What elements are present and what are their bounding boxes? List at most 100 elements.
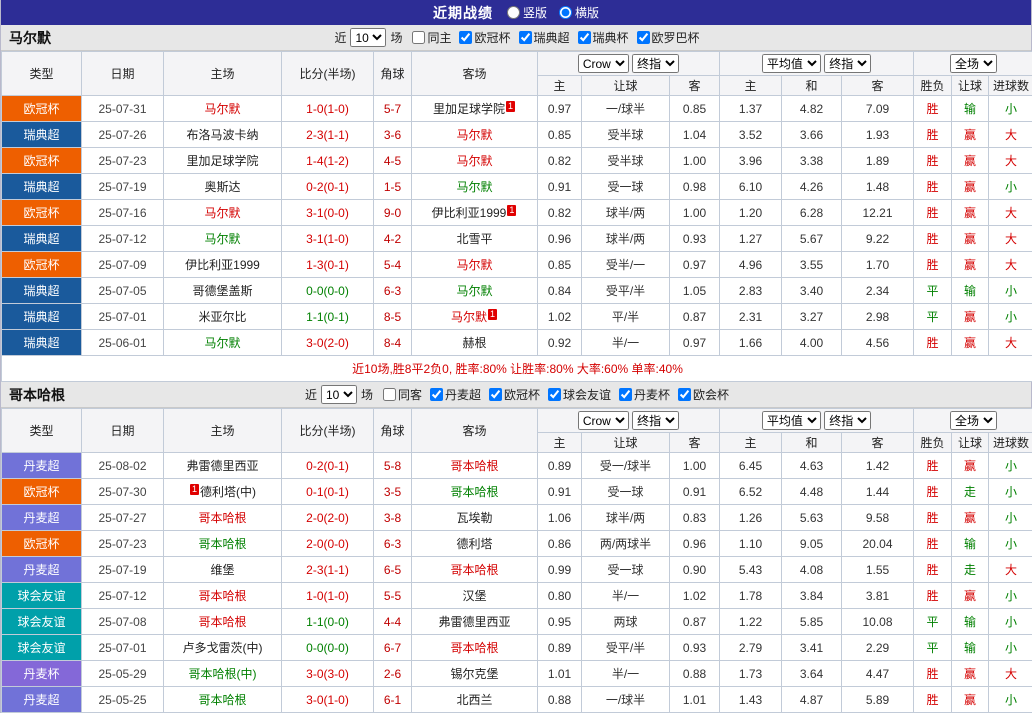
away-team-link[interactable]: 哥本哈根	[450, 641, 498, 655]
corners: 5-5	[374, 583, 412, 609]
league-badge[interactable]: 瑞典超	[2, 174, 82, 200]
horizontal-layout-radio[interactable]	[559, 6, 572, 19]
scope-select[interactable]: 全场	[950, 411, 997, 430]
away-team-link[interactable]: 里加足球学院	[433, 102, 505, 116]
league-badge[interactable]: 欧冠杯	[2, 531, 82, 557]
league-badge[interactable]: 丹麦杯	[2, 661, 82, 687]
same-venue-checkbox[interactable]	[412, 31, 425, 44]
away-team-link[interactable]: 马尔默	[456, 284, 492, 298]
away-team-link[interactable]: 哥本哈根	[450, 459, 498, 473]
league-checkbox[interactable]	[578, 31, 591, 44]
home-team-link[interactable]: 卢多戈雷茨(中)	[183, 641, 263, 655]
away-team-link[interactable]: 锡尔克堡	[450, 667, 498, 681]
league-checkbox[interactable]	[459, 31, 472, 44]
league-badge[interactable]: 瑞典超	[2, 304, 82, 330]
away-team-link[interactable]: 北雪平	[456, 232, 492, 246]
away-team-link[interactable]: 马尔默	[451, 310, 487, 324]
league-badge[interactable]: 球会友谊	[2, 635, 82, 661]
away-team-link[interactable]: 瓦埃勒	[456, 511, 492, 525]
league-checkbox[interactable]	[678, 388, 691, 401]
home-team-link[interactable]: 哥德堡盖斯	[192, 284, 252, 298]
league-badge[interactable]: 瑞典超	[2, 226, 82, 252]
same-venue-filter[interactable]: 同客	[377, 386, 422, 403]
league-badge[interactable]: 欧冠杯	[2, 479, 82, 505]
league-filter[interactable]: 欧会杯	[672, 386, 729, 403]
league-badge[interactable]: 欧冠杯	[2, 148, 82, 174]
away-team-link[interactable]: 哥本哈根	[450, 485, 498, 499]
league-checkbox[interactable]	[489, 388, 502, 401]
recent-count-select[interactable]: 10	[321, 385, 357, 404]
home-team-link[interactable]: 伊比利亚1999	[185, 258, 260, 272]
league-badge[interactable]: 丹麦超	[2, 557, 82, 583]
euro-company-select[interactable]: 平均值	[762, 411, 821, 430]
home-team-link[interactable]: 弗雷德里西亚	[186, 459, 258, 473]
league-badge[interactable]: 丹麦超	[2, 687, 82, 713]
home-team-link[interactable]: 马尔默	[204, 206, 240, 220]
league-badge[interactable]: 丹麦超	[2, 505, 82, 531]
away-team-link[interactable]: 马尔默	[456, 258, 492, 272]
league-filter[interactable]: 欧罗巴杯	[631, 29, 700, 46]
home-team-link[interactable]: 哥本哈根	[198, 537, 246, 551]
vertical-layout-radio[interactable]	[507, 6, 520, 19]
league-badge[interactable]: 欧冠杯	[2, 96, 82, 122]
bookmaker-select[interactable]: Crow	[578, 54, 629, 73]
home-team-link[interactable]: 哥本哈根	[198, 693, 246, 707]
league-badge[interactable]: 瑞典超	[2, 122, 82, 148]
league-badge[interactable]: 欧冠杯	[2, 200, 82, 226]
recent-count-select[interactable]: 10	[350, 28, 386, 47]
home-team-link[interactable]: 马尔默	[204, 232, 240, 246]
layout-option-vertical[interactable]: 竖版	[507, 4, 547, 21]
euro-time-select[interactable]: 终指	[824, 54, 871, 73]
bookmaker-select[interactable]: Crow	[578, 411, 629, 430]
home-team-link[interactable]: 马尔默	[204, 102, 240, 116]
league-filter[interactable]: 球会友谊	[542, 386, 611, 403]
home-team-link[interactable]: 维堡	[210, 563, 234, 577]
away-team-link[interactable]: 伊比利亚1999	[432, 206, 507, 220]
away-team-link[interactable]: 哥本哈根	[450, 563, 498, 577]
league-filter[interactable]: 丹麦超	[424, 386, 481, 403]
home-team-link[interactable]: 米亚尔比	[198, 310, 246, 324]
away-team-link[interactable]: 马尔默	[456, 180, 492, 194]
league-filter[interactable]: 丹麦杯	[613, 386, 670, 403]
league-filter[interactable]: 瑞典超	[513, 29, 570, 46]
asia-time-select[interactable]: 终指	[632, 54, 679, 73]
league-badge[interactable]: 丹麦超	[2, 453, 82, 479]
same-venue-filter[interactable]: 同主	[406, 29, 451, 46]
league-filter[interactable]: 瑞典杯	[572, 29, 629, 46]
home-team-link[interactable]: 哥本哈根	[198, 511, 246, 525]
away-team-link[interactable]: 赫根	[462, 336, 486, 350]
league-badge[interactable]: 瑞典超	[2, 278, 82, 304]
league-checkbox[interactable]	[430, 388, 443, 401]
home-team-link[interactable]: 哥本哈根(中)	[189, 667, 257, 681]
league-checkbox[interactable]	[619, 388, 632, 401]
same-venue-checkbox[interactable]	[383, 388, 396, 401]
league-checkbox[interactable]	[548, 388, 561, 401]
home-team-link[interactable]: 哥本哈根	[198, 589, 246, 603]
league-badge[interactable]: 瑞典超	[2, 330, 82, 356]
league-checkbox[interactable]	[637, 31, 650, 44]
league-filter[interactable]: 欧冠杯	[483, 386, 540, 403]
league-filter[interactable]: 欧冠杯	[453, 29, 510, 46]
home-team-link[interactable]: 布洛马波卡纳	[186, 128, 258, 142]
league-badge[interactable]: 球会友谊	[2, 583, 82, 609]
euro-company-select[interactable]: 平均值	[762, 54, 821, 73]
scope-select[interactable]: 全场	[950, 54, 997, 73]
away-team-link[interactable]: 马尔默	[456, 128, 492, 142]
asia-time-select[interactable]: 终指	[632, 411, 679, 430]
league-badge[interactable]: 球会友谊	[2, 609, 82, 635]
away-team-link[interactable]: 北西兰	[456, 693, 492, 707]
layout-option-horizontal[interactable]: 横版	[559, 4, 599, 21]
away-team-link[interactable]: 德利塔	[456, 537, 492, 551]
league-checkbox[interactable]	[519, 31, 532, 44]
away-team-link[interactable]: 汉堡	[462, 589, 486, 603]
home-team-link[interactable]: 哥本哈根	[198, 615, 246, 629]
home-team-link[interactable]: 奥斯达	[204, 180, 240, 194]
euro-time-select[interactable]: 终指	[824, 411, 871, 430]
away-team-link[interactable]: 马尔默	[456, 154, 492, 168]
euro-draw-odds: 3.64	[782, 661, 842, 687]
home-team-link[interactable]: 马尔默	[204, 336, 240, 350]
away-team-link[interactable]: 弗雷德里西亚	[438, 615, 510, 629]
league-badge[interactable]: 欧冠杯	[2, 252, 82, 278]
home-team-link[interactable]: 德利塔(中)	[200, 485, 256, 499]
home-team-link[interactable]: 里加足球学院	[186, 154, 258, 168]
